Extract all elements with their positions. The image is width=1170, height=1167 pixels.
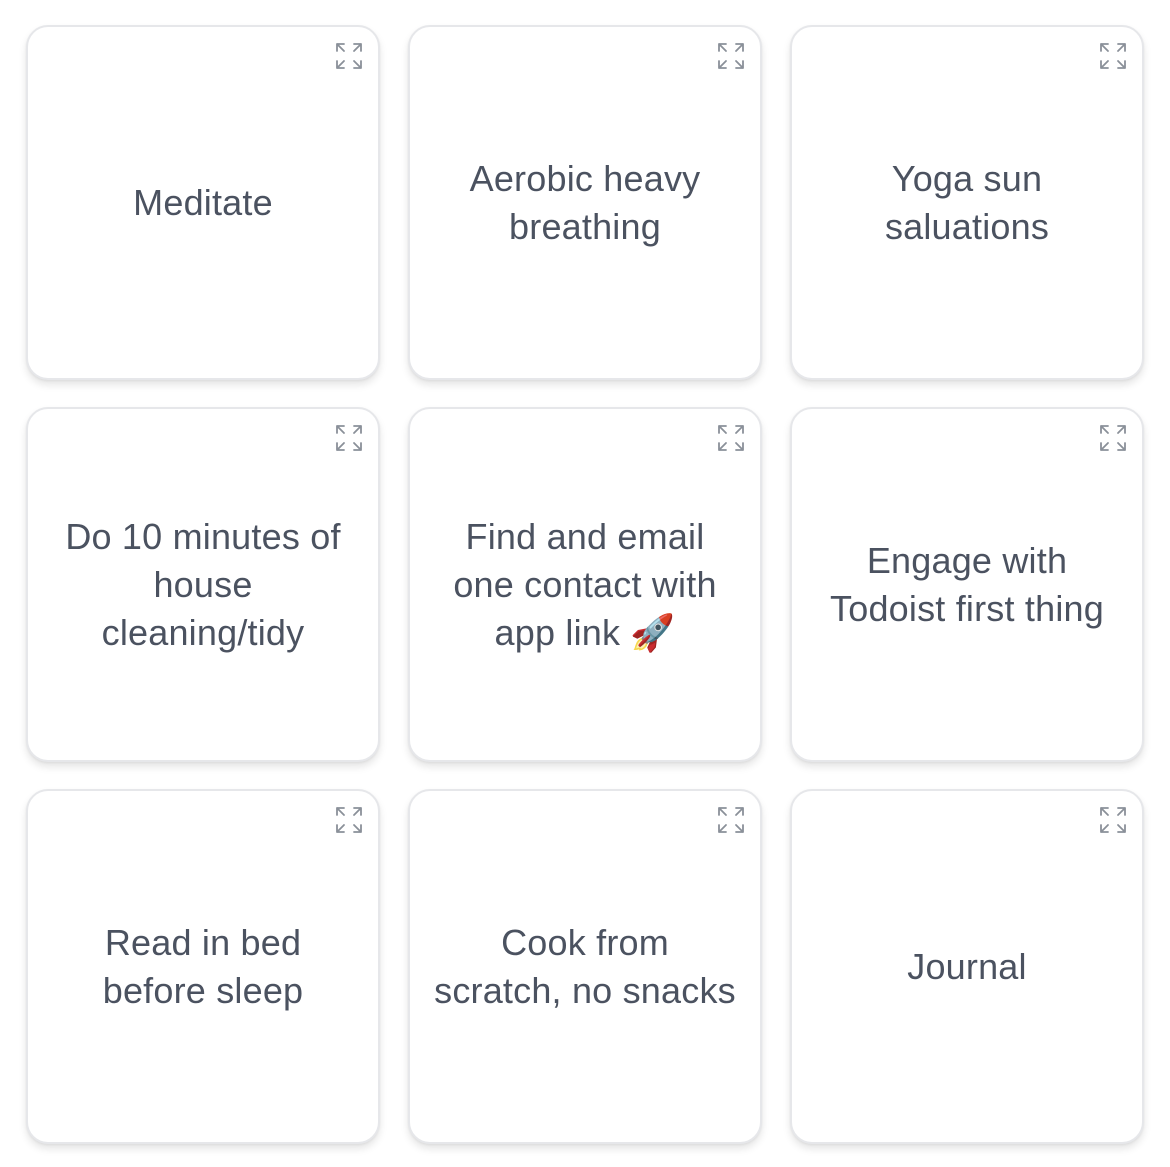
habit-card[interactable]: Cook from scratch, no snacks: [408, 789, 762, 1144]
habit-card-label: Meditate: [133, 181, 273, 223]
habit-card[interactable]: Meditate: [26, 25, 380, 380]
expand-button[interactable]: [332, 421, 366, 455]
expand-button[interactable]: [1096, 803, 1130, 837]
expand-icon: [716, 423, 746, 453]
expand-icon: [1098, 423, 1128, 453]
expand-button[interactable]: [1096, 39, 1130, 73]
habit-card-label: Read in bed before sleep: [102, 921, 304, 1011]
expand-button[interactable]: [1096, 421, 1130, 455]
habit-card[interactable]: Aerobic heavy breathing: [408, 25, 762, 380]
expand-icon: [716, 805, 746, 835]
habit-card[interactable]: Journal: [790, 789, 1144, 1144]
habit-card-grid: Meditate Aerobic heavy breathing Yoga su…: [26, 25, 1144, 1144]
habit-card[interactable]: Do 10 minutes of house cleaning/tidy: [26, 407, 380, 762]
expand-icon: [334, 423, 364, 453]
expand-icon: [1098, 805, 1128, 835]
habit-card[interactable]: Find and email one contact with app link…: [408, 407, 762, 762]
expand-button[interactable]: [714, 803, 748, 837]
habit-card[interactable]: Engage with Todoist first thing: [790, 407, 1144, 762]
expand-button[interactable]: [714, 421, 748, 455]
habit-card[interactable]: Yoga sun saluations: [790, 25, 1144, 380]
habit-card-label: Journal: [907, 945, 1027, 987]
habit-card-label: Engage with Todoist first thing: [830, 539, 1104, 629]
habit-card-label: Do 10 minutes of house cleaning/tidy: [65, 515, 341, 653]
habit-card-label: Aerobic heavy breathing: [469, 157, 701, 247]
habit-card[interactable]: Read in bed before sleep: [26, 789, 380, 1144]
expand-icon: [334, 805, 364, 835]
habit-card-label: Cook from scratch, no snacks: [434, 921, 736, 1011]
expand-button[interactable]: [332, 39, 366, 73]
expand-icon: [334, 41, 364, 71]
expand-icon: [1098, 41, 1128, 71]
expand-button[interactable]: [332, 803, 366, 837]
expand-button[interactable]: [714, 39, 748, 73]
expand-icon: [716, 41, 746, 71]
habit-card-label: Yoga sun saluations: [884, 157, 1050, 247]
habit-card-label: Find and email one contact with app link…: [453, 515, 717, 653]
